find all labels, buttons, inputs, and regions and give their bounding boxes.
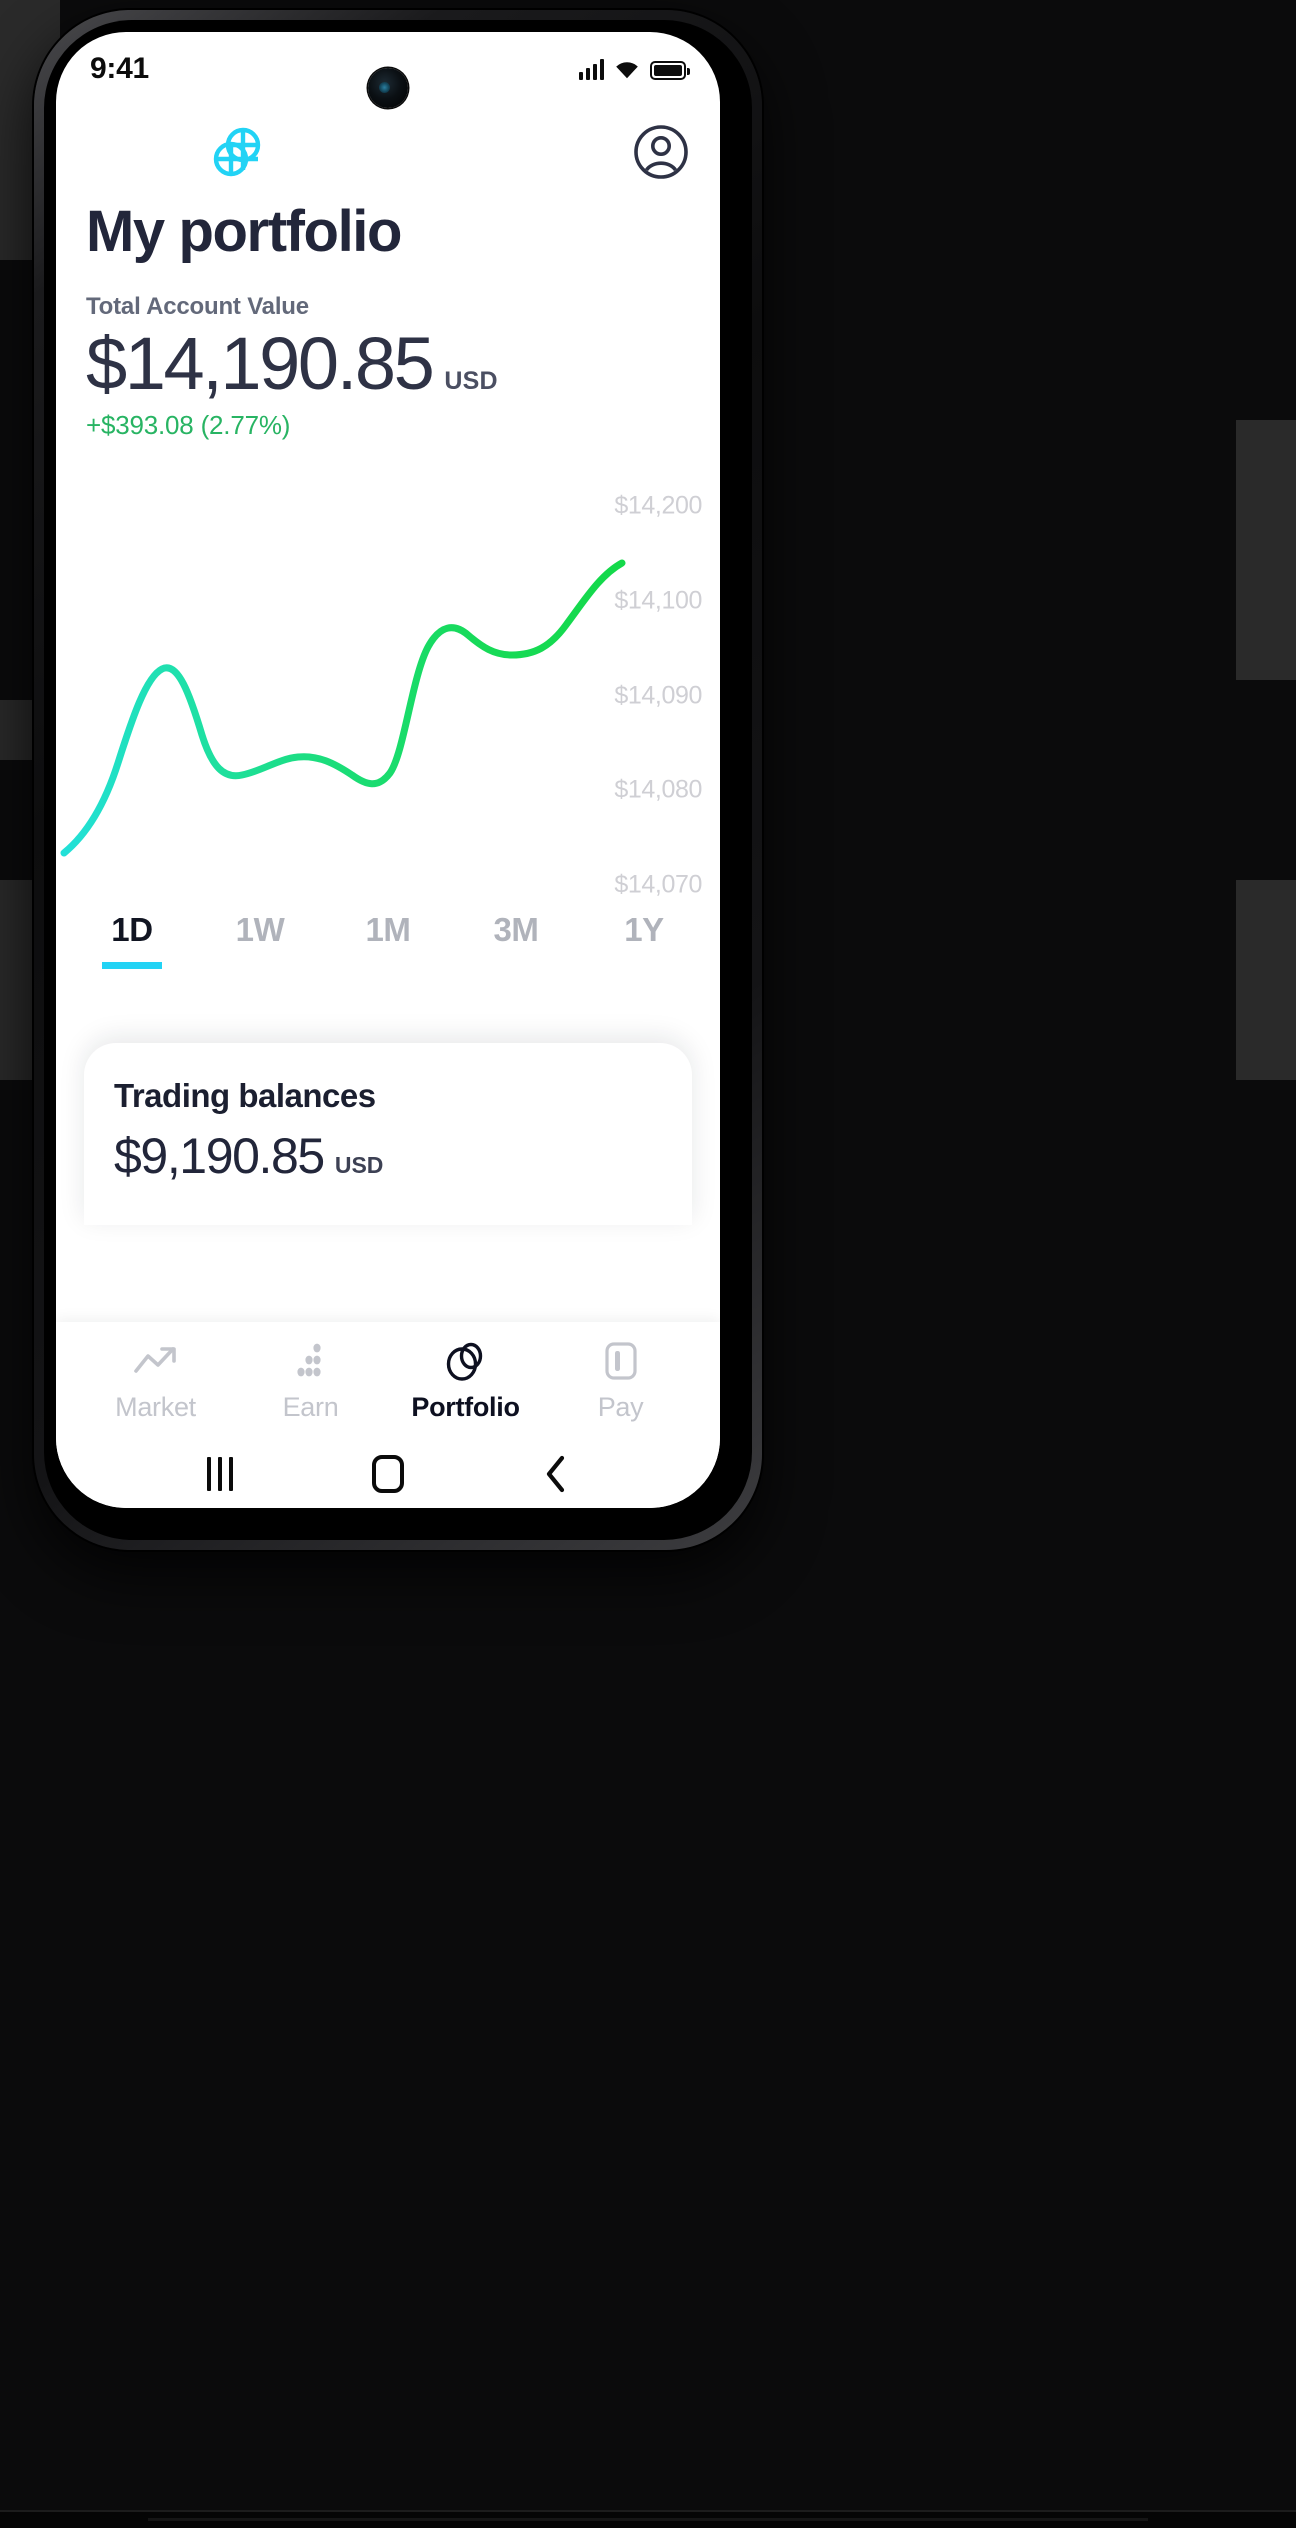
status-bar-clock: 9:41	[90, 52, 149, 85]
chart-range-tabs: 1D 1W 1M 3M 1Y	[56, 893, 720, 970]
home-icon[interactable]	[359, 1452, 417, 1496]
range-tab-label: 1D	[111, 911, 153, 949]
dot-pyramid-icon	[291, 1339, 331, 1383]
overlapping-circles-icon	[443, 1339, 489, 1383]
trading-balances-amount-row: $9,190.85 USD	[114, 1127, 662, 1185]
range-tab-1y[interactable]: 1Y	[608, 911, 680, 969]
nav-item-earn[interactable]: Earn	[245, 1339, 377, 1423]
nav-item-label: Pay	[597, 1392, 644, 1422]
trading-balances-card[interactable]: Trading balances $9,190.85 USD	[84, 1043, 692, 1226]
payment-card-icon	[603, 1339, 639, 1383]
range-tab-label: 1Y	[624, 911, 664, 949]
portfolio-chart-line	[60, 559, 626, 857]
app-header	[56, 106, 720, 184]
recents-icon[interactable]	[191, 1452, 249, 1496]
range-tab-1m[interactable]: 1M	[352, 911, 424, 969]
total-account-value-amount: $14,190.85	[86, 322, 435, 405]
total-account-value-label: Total Account Value	[86, 293, 309, 320]
nav-item-label: Market	[115, 1392, 196, 1422]
back-chevron-icon[interactable]	[527, 1452, 585, 1496]
trading-balances-amount: $9,190.85	[114, 1128, 325, 1185]
background-band	[1236, 420, 1296, 680]
range-tab-1d[interactable]: 1D	[96, 911, 168, 970]
user-avatar-icon[interactable]	[632, 123, 690, 181]
range-tab-underline	[358, 962, 418, 969]
range-tab-label: 3M	[493, 911, 539, 949]
nav-item-label: Portfolio	[411, 1392, 520, 1422]
range-tab-underline	[230, 962, 290, 969]
range-tab-label: 1M	[365, 911, 411, 949]
wifi-icon	[616, 62, 638, 79]
range-tab-3m[interactable]: 3M	[480, 911, 552, 969]
brand-overlapping-circles-logo	[213, 127, 261, 177]
bottom-navigation-bar: Market Earn Portfolio Pay	[56, 1322, 720, 1440]
range-tab-underline	[614, 962, 674, 969]
screenshot-stage: 9:41 My portfolio Total Account Value $1…	[0, 0, 1296, 2528]
page-title: My portfolio	[86, 199, 402, 264]
trading-balances-title: Trading balances	[114, 1077, 376, 1115]
background-band	[1236, 880, 1296, 1080]
trading-balances-currency: USD	[334, 1152, 384, 1179]
range-tab-1w[interactable]: 1W	[224, 911, 296, 969]
trend-arrow-icon	[133, 1339, 179, 1383]
android-system-nav	[56, 1440, 720, 1508]
range-tab-underline	[486, 962, 546, 969]
nav-item-pay[interactable]: Pay	[555, 1339, 687, 1423]
battery-full-icon	[650, 61, 690, 80]
range-tab-label: 1W	[235, 911, 285, 949]
nav-item-market[interactable]: Market	[90, 1339, 222, 1423]
nav-item-label: Earn	[282, 1392, 339, 1422]
status-bar-icons	[578, 58, 690, 80]
front-camera-punch-hole	[368, 68, 408, 108]
total-account-value-row: $14,190.85 USD	[56, 321, 720, 405]
portfolio-chart[interactable]: $14,200 $14,100 $14,090 $14,080 $14,070	[56, 463, 720, 898]
nav-item-portfolio[interactable]: Portfolio	[400, 1339, 532, 1423]
image-bottom-seam	[0, 2510, 1296, 2528]
cellular-signal-icon	[578, 58, 604, 80]
range-tab-underline	[102, 962, 162, 970]
phone-frame: 9:41 My portfolio Total Account Value $1…	[34, 10, 762, 1550]
phone-screen: 9:41 My portfolio Total Account Value $1…	[56, 32, 720, 1508]
account-change-text: +$393.08 (2.77%)	[86, 410, 291, 441]
cards-section: Trading balances $9,190.85 USD	[56, 1043, 720, 1226]
total-account-value-currency: USD	[444, 367, 498, 395]
